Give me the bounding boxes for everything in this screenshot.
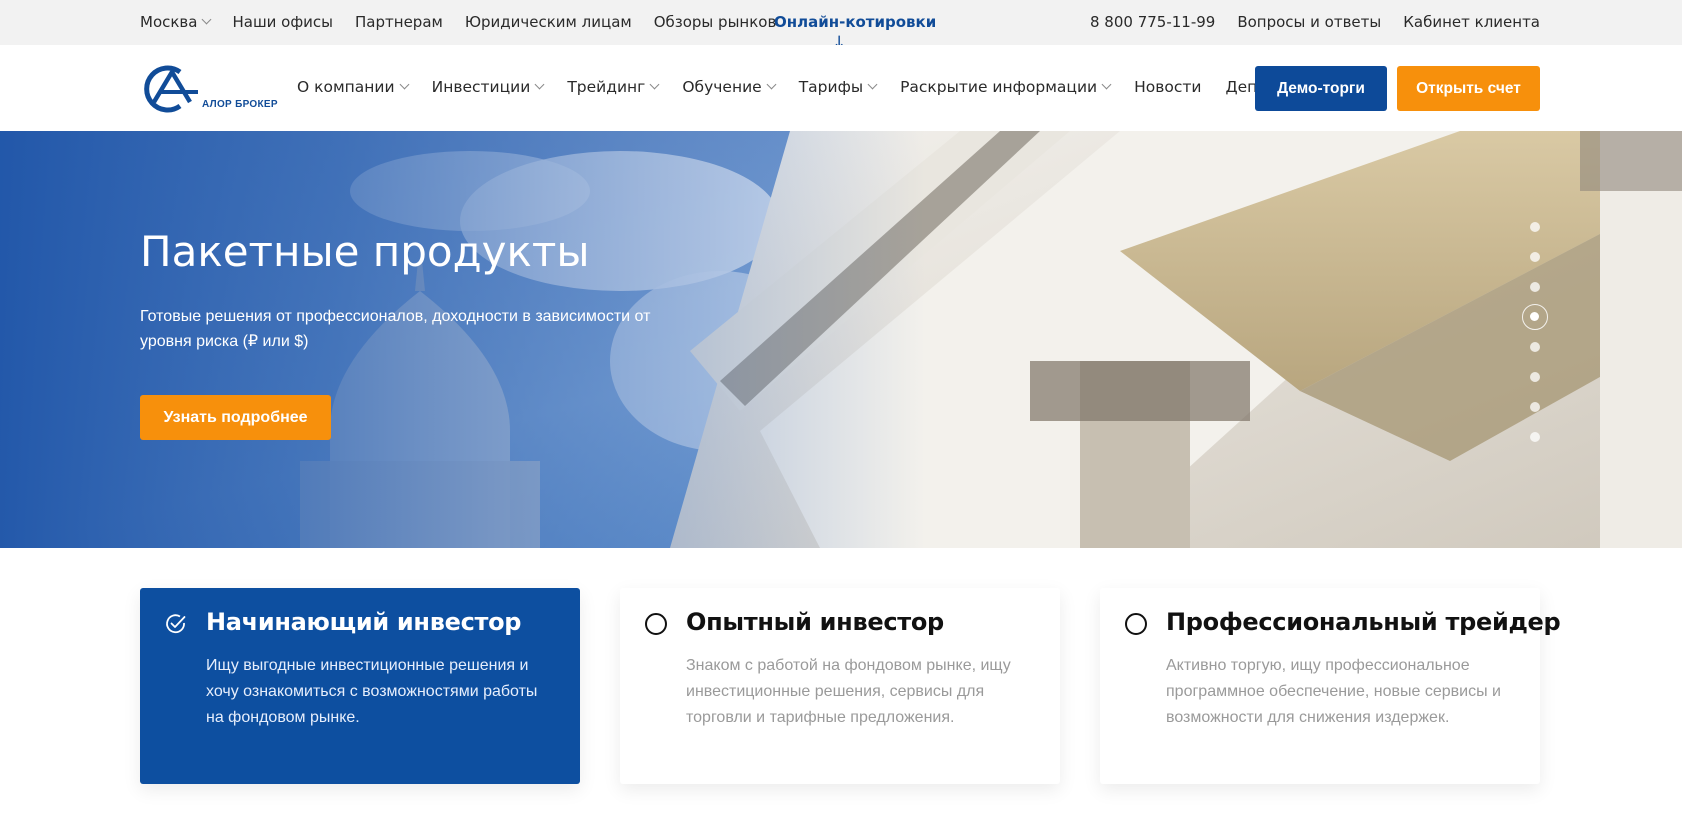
nav-item-about[interactable]: О компании <box>297 78 410 96</box>
top-bar-left-links: Москва Наши офисы Партнерам Юридическим … <box>140 13 776 31</box>
nav-item-trading[interactable]: Трейдинг <box>567 78 660 96</box>
nav-item-disclosure[interactable]: Раскрытие информации <box>900 78 1112 96</box>
hero-banner: Пакетные продукты Готовые решения от про… <box>0 131 1682 548</box>
top-link-legal[interactable]: Юридическим лицам <box>465 13 632 31</box>
card-title: Опытный инвестор <box>686 608 944 636</box>
slider-dot[interactable] <box>1530 252 1540 262</box>
slider-dot[interactable] <box>1530 342 1540 352</box>
logo[interactable]: АЛОР БРОКЕР <box>140 64 285 114</box>
city-label: Москва <box>140 13 198 31</box>
card-description: Ищу выгодные инвестиционные решения и хо… <box>206 657 538 726</box>
nav-item-label: Обучение <box>682 78 762 96</box>
card-title: Начинающий инвестор <box>206 608 522 636</box>
logo-mark-icon <box>144 65 198 113</box>
card-description: Знаком с работой на фондовом рынке, ищу … <box>686 657 1011 726</box>
phone-link[interactable]: 8 800 775-11-99 <box>1090 13 1215 31</box>
client-cabinet-link[interactable]: Кабинет клиента <box>1403 13 1540 31</box>
top-bar-right-links: 8 800 775-11-99 Вопросы и ответы Кабинет… <box>1090 13 1540 31</box>
slider-dot[interactable] <box>1530 372 1540 382</box>
online-quotes-link[interactable]: Онлайн-котировки ↓ <box>774 13 937 52</box>
investor-type-card-beginner[interactable]: Начинающий инвестор Ищу выгодные инвести… <box>140 588 580 784</box>
nav-item-education[interactable]: Обучение <box>682 78 777 96</box>
chevron-down-icon <box>766 79 777 90</box>
chevron-down-icon <box>1101 79 1112 90</box>
slider-dot[interactable] <box>1530 432 1540 442</box>
learn-more-button[interactable]: Узнать подробнее <box>140 395 331 440</box>
nav-item-investments[interactable]: Инвестиции <box>431 78 545 96</box>
card-title: Профессиональный трейдер <box>1166 608 1561 636</box>
city-selector[interactable]: Москва <box>140 13 212 31</box>
top-link-partners[interactable]: Партнерам <box>355 13 443 31</box>
nav-item-label: Инвестиции <box>431 78 531 96</box>
top-bar: Москва Наши офисы Партнерам Юридическим … <box>0 0 1682 52</box>
logo-text: АЛОР БРОКЕР <box>202 99 278 110</box>
chevron-down-icon <box>649 79 660 90</box>
faq-link[interactable]: Вопросы и ответы <box>1237 13 1381 31</box>
demo-trading-button[interactable]: Демо-торги <box>1255 66 1387 111</box>
chevron-down-icon <box>399 79 410 90</box>
chevron-down-icon <box>867 79 878 90</box>
investor-type-card-experienced[interactable]: Опытный инвестор Знаком с работой на фон… <box>620 588 1060 784</box>
nav-item-label: О компании <box>297 78 395 96</box>
top-link-reviews[interactable]: Обзоры рынков <box>654 13 777 31</box>
radio-circle-icon <box>1125 613 1147 635</box>
slider-dot[interactable] <box>1530 222 1540 232</box>
slider-dot-active[interactable] <box>1522 304 1548 330</box>
card-description: Активно торгую, ищу профессиональное про… <box>1166 657 1501 726</box>
online-quotes-label: Онлайн-котировки <box>774 13 937 31</box>
nav-item-label: Тарифы <box>798 78 864 96</box>
nav-item-label: Раскрытие информации <box>900 78 1098 96</box>
hero-subtitle: Готовые решения от профессионалов, доход… <box>140 308 651 350</box>
investor-type-card-professional[interactable]: Профессиональный трейдер Активно торгую,… <box>1100 588 1561 784</box>
nav-item-label: Новости <box>1134 78 1202 96</box>
nav-item-tariffs[interactable]: Тарифы <box>798 78 878 96</box>
radio-circle-icon <box>645 613 667 635</box>
slider-dot[interactable] <box>1530 282 1540 292</box>
main-nav: АЛОР БРОКЕР О компании Инвестиции Трейди… <box>0 45 1682 131</box>
nav-item-news[interactable]: Новости <box>1134 78 1201 96</box>
hero-title: Пакетные продукты <box>140 227 590 276</box>
nav-menu: О компании Инвестиции Трейдинг Обучение … <box>297 78 1349 96</box>
nav-item-label: Трейдинг <box>567 78 646 96</box>
chevron-down-icon <box>534 79 545 90</box>
top-link-offices[interactable]: Наши офисы <box>232 13 333 31</box>
open-account-button[interactable]: Открыть счет <box>1397 66 1540 111</box>
check-circle-icon <box>166 614 186 634</box>
chevron-down-icon <box>202 14 212 25</box>
slider-dot[interactable] <box>1530 402 1540 412</box>
